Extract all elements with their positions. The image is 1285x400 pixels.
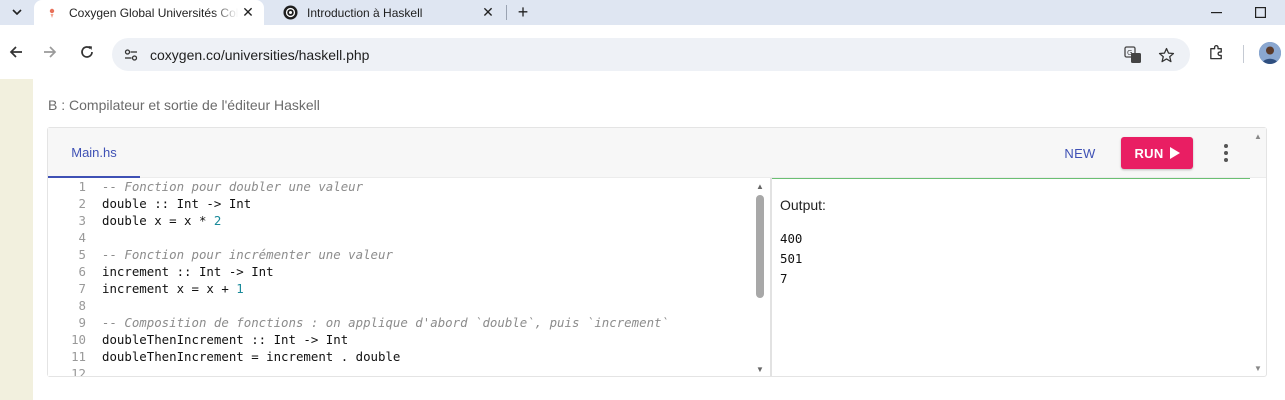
output-scroll-down-arrow-icon[interactable]: ▼ bbox=[1254, 364, 1262, 373]
play-icon bbox=[1169, 147, 1180, 159]
browser-tab-coxygen[interactable]: Coxygen Global Universités Coll ✕ bbox=[34, 0, 264, 25]
browser-toolbar: coxygen.co/universities/haskell.php G bbox=[0, 25, 1285, 79]
section-title: B : Compilateur et sortie de l'éditeur H… bbox=[48, 97, 320, 113]
code-text: double :: Int -> Int bbox=[102, 195, 251, 212]
file-tab-main-hs[interactable]: Main.hs bbox=[48, 128, 140, 178]
url-text[interactable]: coxygen.co/universities/haskell.php bbox=[150, 47, 369, 63]
tab-separator bbox=[506, 5, 507, 20]
page-content: B : Compilateur et sortie de l'éditeur H… bbox=[0, 79, 1285, 400]
code-text: increment :: Int -> Int bbox=[102, 263, 274, 280]
code-line[interactable]: 1 -- Fonction pour doubler une valeur bbox=[48, 178, 756, 195]
scroll-up-arrow-icon[interactable]: ▲ bbox=[755, 182, 765, 191]
line-number: 5 bbox=[78, 247, 86, 262]
code-text: -- Fonction pour incrémenter une valeur bbox=[102, 246, 393, 263]
profile-avatar[interactable] bbox=[1259, 42, 1281, 64]
code-token: increment x = x + bbox=[102, 281, 237, 296]
page-left-margin bbox=[0, 79, 33, 400]
line-number: 1 bbox=[78, 179, 86, 194]
bookmark-star-icon[interactable] bbox=[1154, 43, 1178, 67]
tab-title: Introduction à Haskell bbox=[307, 5, 423, 20]
code-line[interactable]: 10 doubleThenIncrement :: Int -> Int bbox=[48, 331, 756, 348]
code-comment: -- Composition de fonctions : on appliqu… bbox=[102, 315, 669, 330]
output-line: 400 bbox=[780, 231, 803, 246]
code-token: double x = x * bbox=[102, 213, 214, 228]
output-label: Output: bbox=[780, 197, 826, 213]
new-tab-plus-icon[interactable]: + bbox=[512, 2, 534, 22]
output-line: 7 bbox=[780, 271, 788, 286]
code-editor[interactable]: 1 -- Fonction pour doubler une valeur 2 dou… bbox=[48, 178, 769, 376]
code-token: double :: Int -> Int bbox=[102, 196, 252, 211]
run-button-label: RUN bbox=[1134, 145, 1164, 161]
new-button[interactable]: NEW bbox=[1053, 137, 1107, 169]
line-number: 2 bbox=[78, 196, 86, 211]
code-line[interactable]: 3 double x = x * 2 bbox=[48, 212, 756, 229]
editor-header: Main.hs NEW RUN bbox=[48, 128, 1266, 178]
line-number: 11 bbox=[71, 349, 86, 364]
code-text: doubleThenIncrement = increment . double bbox=[102, 348, 400, 365]
more-options-icon[interactable] bbox=[1216, 140, 1236, 166]
close-tab-icon[interactable]: ✕ bbox=[478, 3, 498, 23]
browser-tab-bar: Coxygen Global Universités Coll ✕ Introd… bbox=[0, 0, 1285, 25]
svg-text:G: G bbox=[1127, 49, 1132, 57]
code-text: -- Fonction pour doubler une valeur bbox=[102, 178, 363, 195]
line-number: 4 bbox=[78, 230, 86, 245]
code-line[interactable]: 12 bbox=[48, 365, 756, 376]
code-line[interactable]: 6 increment :: Int -> Int bbox=[48, 263, 756, 280]
code-comment: -- Fonction pour doubler une valeur bbox=[102, 179, 364, 194]
run-button[interactable]: RUN bbox=[1121, 137, 1193, 169]
translate-icon[interactable]: G bbox=[1121, 43, 1145, 67]
address-bar[interactable]: coxygen.co/universities/haskell.php G bbox=[112, 38, 1190, 71]
maximize-window-icon[interactable] bbox=[1240, 0, 1280, 25]
code-text: double x = x * 2 bbox=[102, 212, 221, 229]
close-tab-icon[interactable]: ✕ bbox=[238, 3, 258, 23]
code-line[interactable]: 2 double :: Int -> Int bbox=[48, 195, 756, 212]
code-line[interactable]: 8 bbox=[48, 297, 756, 314]
line-number: 3 bbox=[78, 213, 86, 228]
tab-title: Coxygen Global Universités Coll bbox=[69, 5, 238, 20]
toolbar-separator bbox=[1243, 45, 1244, 63]
code-token: increment :: Int -> Int bbox=[102, 264, 274, 279]
code-line[interactable]: 9 -- Composition de fonctions : on appliq… bbox=[48, 314, 756, 331]
reload-icon[interactable] bbox=[74, 39, 100, 65]
scroll-down-arrow-icon[interactable]: ▼ bbox=[755, 365, 765, 374]
line-number: 8 bbox=[78, 298, 86, 313]
code-text: increment x = x + 1 bbox=[102, 280, 244, 297]
coxygen-favicon-icon bbox=[44, 5, 60, 21]
haskell-editor: Main.hs NEW RUN 1 -- Fonction pour double… bbox=[47, 127, 1267, 377]
site-info-tune-icon[interactable] bbox=[119, 43, 143, 67]
output-pane: Output: 400 501 7 bbox=[772, 178, 1250, 376]
code-token: doubleThenIncrement = increment . double bbox=[102, 349, 401, 364]
code-line[interactable]: 11 doubleThenIncrement = increment . doub… bbox=[48, 348, 756, 365]
output-line: 501 bbox=[780, 251, 803, 266]
output-scroll-up-arrow-icon[interactable]: ▲ bbox=[1254, 132, 1262, 141]
minimize-window-icon[interactable] bbox=[1196, 0, 1236, 25]
code-token: doubleThenIncrement :: Int -> Int bbox=[102, 332, 349, 347]
forward-arrow-icon[interactable] bbox=[37, 39, 63, 65]
chatgpt-favicon-icon bbox=[282, 5, 298, 21]
browser-tab-haskell[interactable]: Introduction à Haskell ✕ bbox=[272, 0, 504, 25]
line-number: 6 bbox=[78, 264, 86, 279]
line-number: 9 bbox=[78, 315, 86, 330]
code-number: 2 bbox=[213, 213, 222, 228]
tab-search-chevron-icon[interactable] bbox=[6, 2, 28, 22]
line-number: 7 bbox=[78, 281, 86, 296]
code-line[interactable]: 4 bbox=[48, 229, 756, 246]
extensions-puzzle-icon[interactable] bbox=[1203, 39, 1229, 65]
code-text: -- Composition de fonctions : on appliqu… bbox=[102, 314, 669, 331]
code-comment: -- Fonction pour incrémenter une valeur bbox=[102, 247, 393, 262]
code-line[interactable]: 5 -- Fonction pour incrémenter une valeur bbox=[48, 246, 756, 263]
code-line[interactable]: 7 increment x = x + 1 bbox=[48, 280, 756, 297]
back-arrow-icon[interactable] bbox=[3, 39, 29, 65]
line-number: 10 bbox=[71, 332, 86, 347]
code-text: doubleThenIncrement :: Int -> Int bbox=[102, 331, 348, 348]
code-scrollbar-thumb[interactable] bbox=[756, 195, 764, 298]
code-number: 1 bbox=[236, 281, 244, 296]
line-number: 12 bbox=[71, 366, 86, 376]
